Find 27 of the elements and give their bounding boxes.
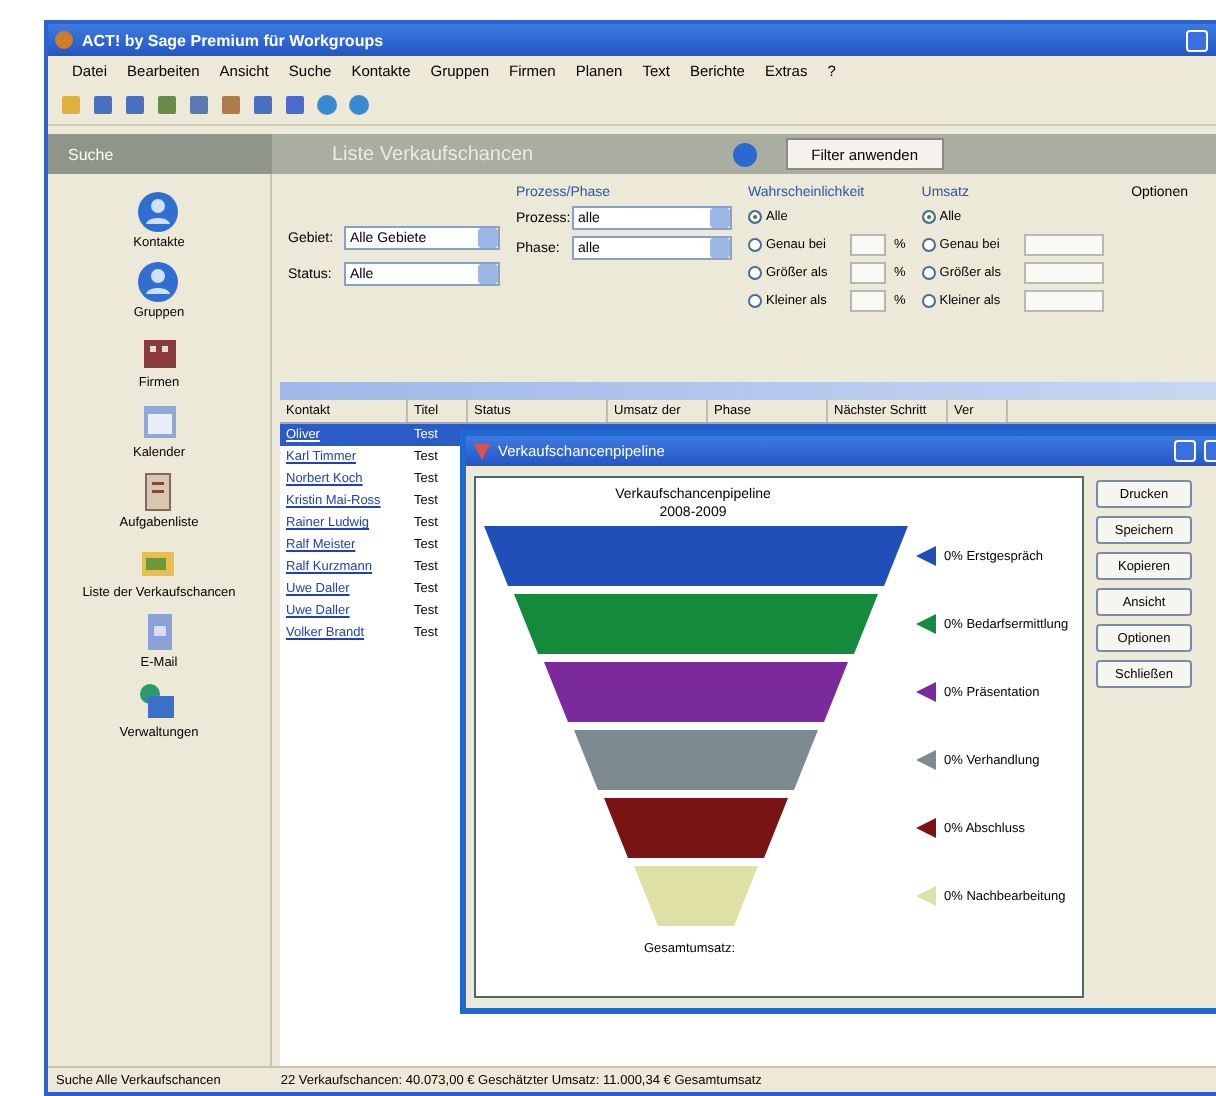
person-icon <box>136 190 181 234</box>
radio-button[interactable] <box>921 210 936 224</box>
amount-field[interactable] <box>1023 234 1104 256</box>
triangle-marker-icon <box>916 682 936 702</box>
triangle-marker-icon <box>916 886 936 906</box>
app-icon <box>54 30 74 50</box>
percent-field[interactable] <box>850 234 886 256</box>
radio-button[interactable] <box>921 266 936 280</box>
radio-button[interactable] <box>921 294 936 308</box>
radio-button[interactable] <box>921 238 936 252</box>
radio-button[interactable] <box>748 266 762 280</box>
percent-field[interactable] <box>850 262 886 284</box>
triangle-marker-icon <box>916 750 936 770</box>
amount-field[interactable] <box>1023 262 1104 284</box>
list-title: Liste Verkaufschancen <box>332 143 536 165</box>
radio-button[interactable] <box>748 210 762 224</box>
person-icon <box>136 260 181 304</box>
amount-field[interactable] <box>1023 290 1104 312</box>
triangle-marker-icon <box>916 614 936 634</box>
percent-field[interactable] <box>850 290 886 312</box>
minimize-button[interactable] <box>1186 29 1208 51</box>
window-title: ACT! by Sage Premium für Workgroups <box>82 31 386 49</box>
radio-button[interactable] <box>748 294 762 308</box>
triangle-marker-icon <box>916 546 936 566</box>
minimize-button[interactable] <box>1174 440 1196 462</box>
triangle-marker-icon <box>916 818 936 838</box>
radio-button[interactable] <box>748 238 762 252</box>
